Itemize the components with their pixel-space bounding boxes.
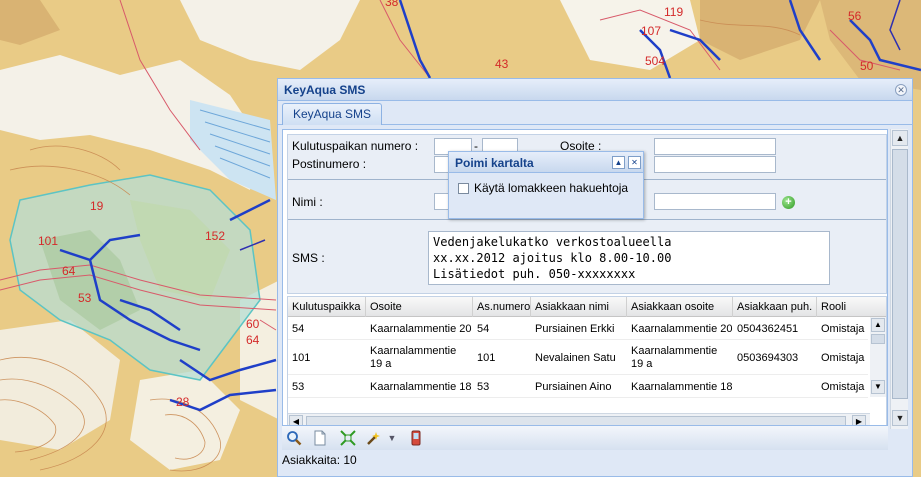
cell-asiakkaan-nimi: Nevalainen Satu: [535, 352, 616, 364]
sms-message-textarea[interactable]: Vedenjakelukatko verkostoalueella xx.xx.…: [428, 231, 830, 285]
popup-header[interactable]: Poimi kartalta ▲ ✕: [449, 152, 643, 173]
document-icon[interactable]: [312, 430, 328, 446]
window-title: KeyAqua SMS: [284, 83, 366, 97]
sms-label: SMS :: [292, 251, 325, 265]
cell-asiakkaan-osoite: Kaarnalammentie 20: [631, 323, 733, 335]
map-label: 56: [848, 9, 862, 23]
cell-kulutuspaikka: 53: [292, 381, 305, 393]
scroll-up-icon[interactable]: ▲: [892, 130, 908, 146]
map-label: 60: [246, 317, 260, 331]
column-header-asiakkaan-osoite[interactable]: Asiakkaan osoite: [627, 297, 733, 317]
cell-kulutuspaikka: 101: [292, 352, 311, 364]
tab-keyaqua-sms[interactable]: KeyAqua SMS: [282, 103, 383, 125]
use-form-criteria-label[interactable]: Käytä lomakkeen hakuehtoja: [474, 181, 628, 195]
cell-asnumero: 53: [477, 381, 490, 393]
pick-from-map-popup: Poimi kartalta ▲ ✕ Käytä lomakkeen hakue…: [448, 151, 644, 219]
column-header-asiakkaan-nimi[interactable]: Asiakkaan nimi: [531, 297, 627, 317]
cell-rooli: Omistaja: [821, 323, 865, 335]
grid-scroll-thumb[interactable]: [871, 334, 885, 344]
nimi-label: Nimi :: [292, 195, 323, 209]
window-header[interactable]: KeyAqua SMS ✕: [278, 79, 912, 101]
kulutuspaikka-label: Kulutuspaikan numero :: [292, 139, 419, 153]
map-label: 38: [385, 0, 399, 9]
customer-count-status: Asiakkaita: 10: [282, 453, 357, 467]
map-label: 101: [38, 234, 58, 248]
chevron-down-icon[interactable]: ▼: [384, 430, 400, 446]
cell-rooli: Omistaja: [821, 381, 865, 393]
map-label: 64: [62, 264, 76, 278]
use-form-criteria-checkbox[interactable]: [458, 183, 469, 194]
popup-title: Poimi kartalta: [455, 156, 534, 170]
map-label: 19: [90, 199, 104, 213]
cell-osoite: Kaarnalammentie 19 a: [370, 345, 456, 370]
magnifier-icon[interactable]: [286, 430, 302, 446]
panel-scroll-thumb[interactable]: [892, 149, 908, 399]
table-row[interactable]: 101 Kaarnalammentie 19 a 101 Nevalainen …: [288, 341, 868, 375]
cell-asiakkaan-nimi: Pursiainen Erkki: [535, 323, 615, 335]
popup-body: Käytä lomakkeen hakuehtoja: [449, 173, 643, 218]
customer-grid: Kulutuspaikka Osoite As.numero Asiakkaan…: [287, 296, 887, 430]
map-label: 152: [205, 229, 225, 243]
map-label: 28: [176, 395, 190, 409]
cell-rooli: Omistaja: [821, 352, 865, 364]
map-label: 119: [664, 5, 683, 19]
table-row[interactable]: 53 Kaarnalammentie 18 53 Pursiainen Aino…: [288, 376, 868, 398]
cell-kulutuspaikka: 54: [292, 323, 305, 335]
scroll-down-icon[interactable]: ▼: [892, 410, 908, 426]
bottom-toolbar: ▼: [282, 425, 888, 450]
select-area-icon[interactable]: [340, 430, 356, 446]
map-label: 64: [246, 333, 260, 347]
map-label: 50: [860, 59, 874, 73]
map-label: 504: [645, 54, 665, 68]
collapse-icon[interactable]: ▲: [612, 156, 625, 169]
scroll-down-icon[interactable]: ▼: [871, 380, 885, 394]
cell-asiakkaan-osoite: Kaarnalammentie 19 a: [631, 345, 718, 370]
grid-header: Kulutuspaikka Osoite As.numero Asiakkaan…: [288, 297, 886, 317]
phone-icon[interactable]: [408, 430, 424, 446]
cell-asiakkaan-puh: 0504362451: [737, 323, 799, 335]
cell-asnumero: 101: [477, 352, 496, 364]
postitoimipaikka-input[interactable]: [654, 156, 776, 173]
wand-icon[interactable]: [366, 430, 382, 446]
column-header-asiakkaan-puh[interactable]: Asiakkaan puh.: [733, 297, 817, 317]
column-header-asnumero[interactable]: As.numero: [473, 297, 531, 317]
osoite-input[interactable]: [654, 138, 776, 155]
cell-osoite: Kaarnalammentie 20: [370, 323, 472, 335]
map-label: 43: [495, 57, 509, 71]
cell-asiakkaan-osoite: Kaarnalammentie 18: [631, 381, 733, 393]
cell-asiakkaan-nimi: Pursiainen Aino: [535, 381, 612, 393]
form-separator: [288, 219, 886, 220]
cell-asiakkaan-puh: 0503694303: [737, 352, 799, 364]
postinumero-label: Postinumero :: [292, 157, 367, 171]
column-header-rooli[interactable]: Rooli: [817, 297, 886, 317]
nimi-extra-input[interactable]: [654, 193, 776, 210]
add-icon[interactable]: +: [782, 196, 795, 209]
cell-osoite: Kaarnalammentie 18: [370, 381, 472, 393]
scroll-up-icon[interactable]: ▲: [871, 318, 885, 332]
grid-vertical-scrollbar[interactable]: ▲ ▼: [870, 317, 886, 397]
panel-vertical-scrollbar[interactable]: ▲ ▼: [890, 129, 908, 429]
close-icon[interactable]: ✕: [895, 84, 907, 96]
map-label: 53: [78, 291, 92, 305]
column-header-osoite[interactable]: Osoite: [366, 297, 473, 317]
keyaqua-sms-window: KeyAqua SMS ✕ KeyAqua SMS Kulutuspaikan …: [277, 78, 913, 477]
column-header-kulutuspaikka[interactable]: Kulutuspaikka: [288, 297, 366, 317]
close-icon[interactable]: ✕: [628, 156, 641, 169]
map-label: 107: [641, 24, 661, 38]
tab-strip: KeyAqua SMS: [278, 101, 912, 125]
table-row[interactable]: 54 Kaarnalammentie 20 54 Pursiainen Erkk…: [288, 318, 868, 340]
cell-asnumero: 54: [477, 323, 490, 335]
